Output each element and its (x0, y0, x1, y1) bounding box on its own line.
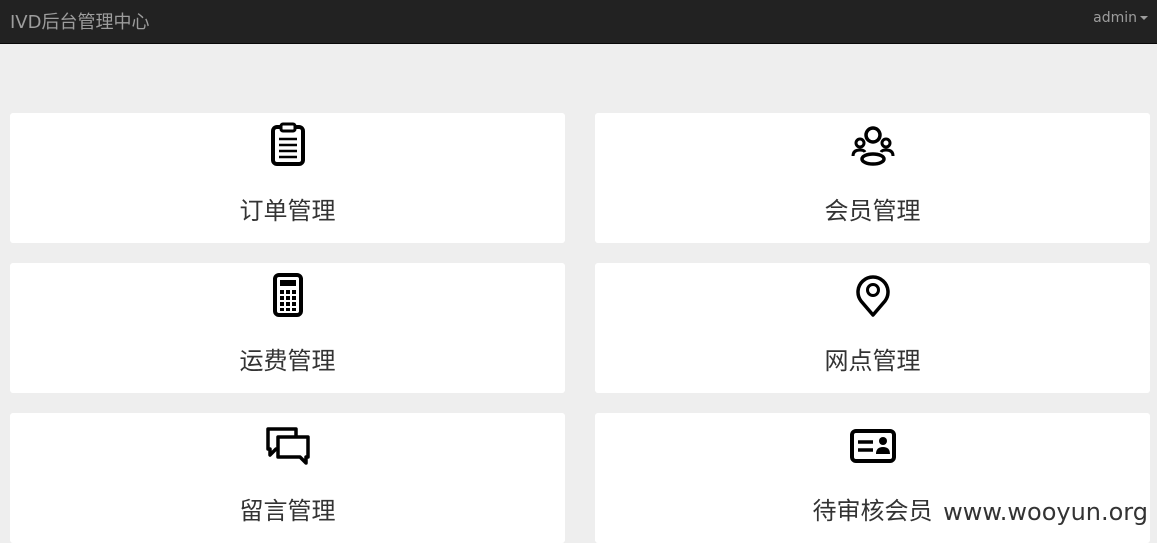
tile-message-management[interactable]: 留言管理 (10, 413, 565, 543)
user-dropdown[interactable]: admin (1093, 10, 1148, 26)
tile-label: 留言管理 (239, 497, 336, 525)
app-brand-link[interactable]: IVD后台管理中心 (10, 8, 149, 34)
watermark-text: www.wooyun.org (943, 498, 1148, 526)
chat-bubbles-icon (264, 421, 312, 469)
tile-order-management[interactable]: 订单管理 (10, 113, 565, 243)
tile-label: 网点管理 (824, 347, 921, 375)
tile-label: 会员管理 (824, 197, 921, 225)
calculator-icon (264, 271, 312, 319)
tile-label: 订单管理 (239, 197, 336, 225)
users-icon (849, 121, 897, 169)
tile-outlet-management[interactable]: 网点管理 (595, 263, 1150, 393)
map-pin-icon (849, 271, 897, 319)
clipboard-icon (264, 121, 312, 169)
caret-down-icon (1140, 16, 1148, 20)
tile-label: 运费管理 (239, 347, 336, 375)
top-navbar: IVD后台管理中心 admin (0, 0, 1157, 44)
tile-shipping-management[interactable]: 运费管理 (10, 263, 565, 393)
tile-member-management[interactable]: 会员管理 (595, 113, 1150, 243)
user-name: admin (1093, 10, 1137, 26)
id-card-icon (849, 421, 897, 469)
